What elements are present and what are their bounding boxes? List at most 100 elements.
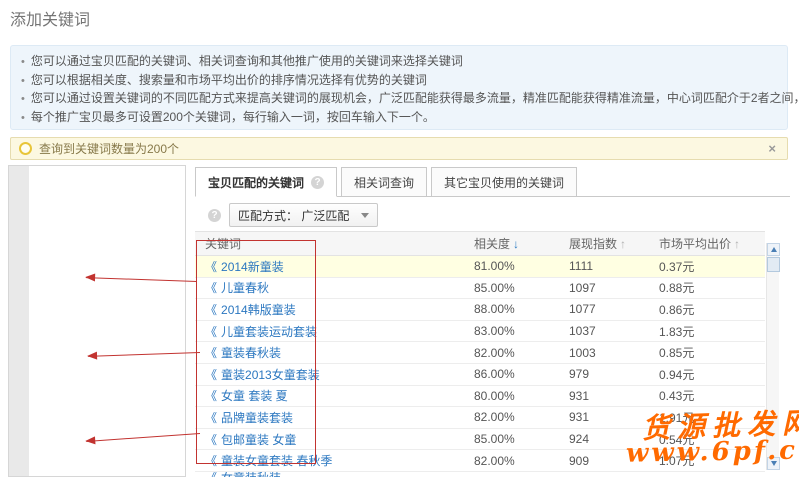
bullet-dot-icon: • [21,56,25,68]
relevance-value: 80.00% [460,389,555,403]
relevance-value: 85.00% [460,281,555,295]
keywords-panel: 宝贝匹配的关键词 ? 相关词查询 其它宝贝使用的关键词 ? 匹配方式： 广泛匹配… [195,166,790,477]
impression-value: 931 [555,389,645,403]
scroll-up-icon [771,247,777,252]
add-left-icon: 《 [205,325,216,339]
result-count-tipbar: 查询到关键词数量为200个 × [10,137,788,160]
add-left-icon: 《 [205,260,216,274]
keyword-table: 关键词 相关度↓ 展现指数↑ 市场平均出价↑ 《2014新童装 81.00% 1… [195,231,765,477]
scroll-up-button[interactable] [767,243,780,256]
price-value: 1.83元 [645,323,765,340]
impression-value: 1003 [555,346,645,360]
add-left-icon: 《 [205,389,216,403]
table-row: 《2014新童装 81.00% 1111 0.37元 [195,256,765,278]
table-row: 《品牌童装套装 82.00% 931 1.91元 [195,407,765,429]
table-row: 《女童 套装 夏 80.00% 931 0.43元 [195,386,765,408]
arrow-head-icon [85,273,95,281]
arrow-head-icon [87,352,97,360]
chevron-down-icon [361,213,369,218]
add-left-icon: 《 [205,281,216,295]
add-left-icon: 《 [205,472,216,477]
price-value: 0.37元 [645,258,765,275]
help-icon[interactable]: ? [208,209,221,222]
match-type-dropdown[interactable]: 匹配方式： 广泛匹配 [229,203,378,227]
tab-label: 宝贝匹配的关键词 [208,174,304,191]
column-header-relevance[interactable]: 相关度↓ [460,235,555,252]
keyword-link[interactable]: 《童装女童套装 春秋季 [205,454,332,468]
keyword-link[interactable]: 《女童装秋装 [205,472,281,477]
tab-label: 相关词查询 [354,174,414,191]
scroll-down-button[interactable] [767,457,780,470]
notice-bullet: •您可以根据相关度、搜索量和市场平均出价的排序情况选择有优势的关键词 [21,72,775,91]
price-value: 0.85元 [645,344,765,361]
notice-bullet: •每个推广宝贝最多可设置200个关键词，每行输入一词，按回车输入下一个。 [21,109,775,128]
notice-bullet: •您可以通过设置关键词的不同匹配方式来提高关键词的展现机会，广泛匹配能获得最多流… [21,90,775,109]
add-left-icon: 《 [205,303,216,317]
add-keywords-dialog: 添加关键词 •您可以通过宝贝匹配的关键词、相关词查询和其他推广使用的关键词来选择… [0,0,799,477]
keyword-link[interactable]: 《2014新童装 [205,260,284,274]
tab-matched-keywords[interactable]: 宝贝匹配的关键词 ? [195,167,337,197]
scrollbar-thumb[interactable] [767,257,780,272]
impression-value: 924 [555,432,645,446]
price-value: 1.91元 [645,409,765,426]
relevance-value: 82.00% [460,454,555,468]
keyword-input-textarea[interactable] [8,165,186,477]
relevance-value: 82.00% [460,410,555,424]
arrow-head-icon [85,436,96,445]
price-value: 0.86元 [645,301,765,318]
tab-label: 其它宝贝使用的关键词 [444,174,564,191]
keyword-link[interactable]: 《童装春秋装 [205,346,281,360]
sort-asc-icon[interactable]: ↑ [734,237,740,251]
relevance-value: 82.00% [460,346,555,360]
table-row: 《包邮童装 女童 85.00% 924 0.54元 [195,429,765,451]
impression-value: 1037 [555,324,645,338]
add-left-icon: 《 [205,433,216,447]
price-value: 1.07元 [645,452,765,469]
price-value: 0.54元 [645,431,765,448]
keyword-link[interactable]: 《儿童春秋 [205,281,269,295]
sort-desc-icon[interactable]: ↓ [513,237,519,251]
add-left-icon: 《 [205,411,216,425]
table-row: 《儿童春秋 85.00% 1097 0.88元 [195,278,765,300]
add-left-icon: 《 [205,368,216,382]
keyword-link[interactable]: 《儿童套装运动套装 [205,325,317,339]
keyword-link[interactable]: 《包邮童装 女童 [205,433,296,447]
add-left-icon: 《 [205,346,216,360]
table-scrollbar[interactable] [766,243,779,470]
match-type-row: ? 匹配方式： 广泛匹配 [201,203,790,227]
table-row-partial: 《女童装秋装 [195,472,765,477]
impression-value: 1077 [555,302,645,316]
tab-bar: 宝贝匹配的关键词 ? 相关词查询 其它宝贝使用的关键词 [195,166,790,197]
table-row: 《童装春秋装 82.00% 1003 0.85元 [195,342,765,364]
notice-bullet: •您可以通过宝贝匹配的关键词、相关词查询和其他推广使用的关键词来选择关键词 [21,53,775,72]
sort-asc-icon[interactable]: ↑ [620,237,626,251]
table-row: 《童装2013女童套装 86.00% 979 0.94元 [195,364,765,386]
column-header-impression[interactable]: 展现指数↑ [555,235,645,252]
relevance-value: 81.00% [460,259,555,273]
keyword-link[interactable]: 《2014韩版童装 [205,303,296,317]
relevance-value: 86.00% [460,367,555,381]
close-icon[interactable]: × [765,142,779,155]
tab-other-items-keywords[interactable]: 其它宝贝使用的关键词 [431,167,577,196]
match-type-value: 匹配方式： 广泛匹配 [238,207,349,224]
keyword-link[interactable]: 《品牌童装套装 [205,411,293,425]
price-value: 0.94元 [645,366,765,383]
help-icon[interactable]: ? [311,176,324,189]
column-header-price[interactable]: 市场平均出价↑ [645,235,765,252]
textarea-gutter [9,166,29,476]
impression-value: 931 [555,410,645,424]
bullet-dot-icon: • [21,93,25,105]
impression-value: 979 [555,367,645,381]
keyword-link[interactable]: 《女童 套装 夏 [205,389,288,403]
keyword-link[interactable]: 《童装2013女童套装 [205,368,320,382]
tab-related-word-query[interactable]: 相关词查询 [341,167,427,196]
column-header-keyword: 关键词 [195,235,460,252]
result-count-text: 查询到关键词数量为200个 [39,140,179,157]
bullet-dot-icon: • [21,112,25,124]
bullet-dot-icon: • [21,75,25,87]
impression-value: 909 [555,454,645,468]
table-row: 《儿童套装运动套装 83.00% 1037 1.83元 [195,321,765,343]
notice-box: •您可以通过宝贝匹配的关键词、相关词查询和其他推广使用的关键词来选择关键词 •您… [10,45,788,130]
impression-value: 1097 [555,281,645,295]
scroll-down-icon [771,461,777,466]
